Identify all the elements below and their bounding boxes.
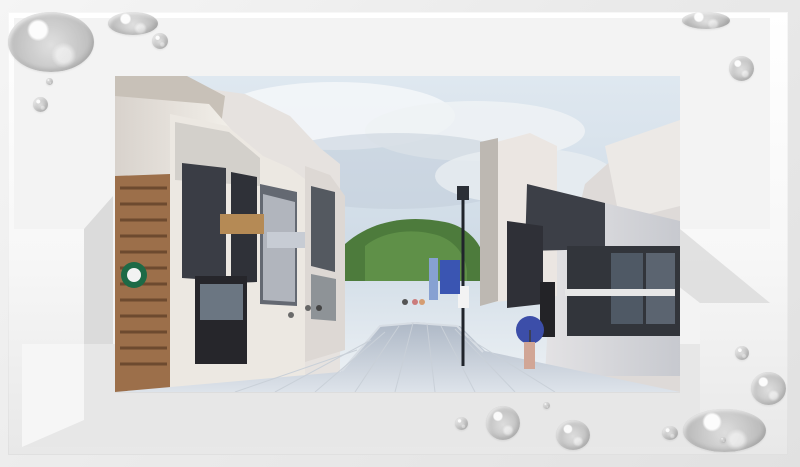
water-drop-icon (729, 56, 754, 81)
water-drop-icon (33, 97, 48, 112)
water-drop-icon (720, 437, 726, 443)
water-drop-icon (108, 12, 158, 35)
water-drop-icon (682, 12, 730, 29)
water-drop-icon (735, 346, 749, 360)
water-drop-icon (152, 33, 168, 49)
water-drop-icon (683, 409, 766, 452)
water-drop-icon (46, 78, 53, 85)
street-photo-illustration (115, 76, 680, 392)
water-drop-icon (662, 426, 678, 440)
street-photo (115, 76, 680, 392)
water-drop-icon (8, 12, 94, 72)
water-drop-icon (556, 420, 590, 450)
water-drop-icon (486, 406, 520, 440)
water-drop-icon (543, 402, 550, 409)
water-drop-icon (751, 372, 786, 405)
slide-canvas (0, 0, 800, 467)
water-drop-icon (455, 417, 468, 430)
